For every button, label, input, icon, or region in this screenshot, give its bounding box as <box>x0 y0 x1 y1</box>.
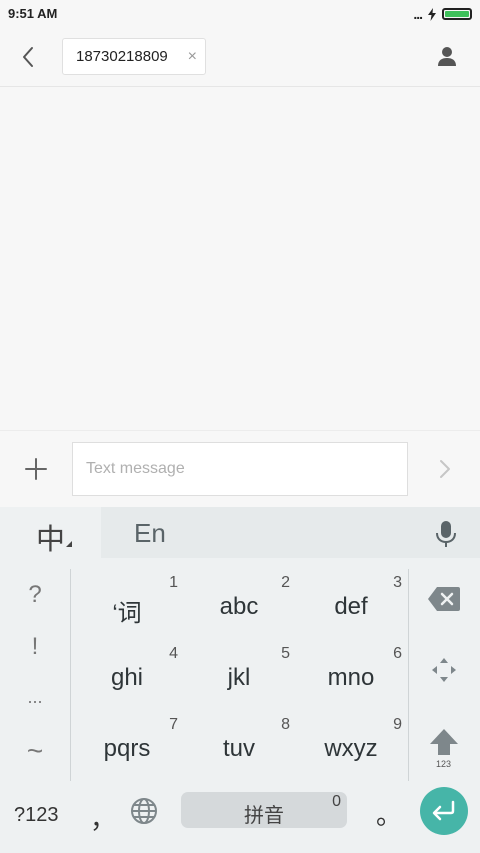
key-8[interactable]: tuv 8 <box>183 711 295 781</box>
microphone-icon[interactable] <box>434 519 458 549</box>
key-label: def <box>334 593 368 620</box>
key-label: abc <box>219 593 259 620</box>
backspace-icon[interactable] <box>426 585 462 613</box>
period-key[interactable]: 。 <box>376 795 402 832</box>
keyboard-bottom-row: ?123 ， 拼音 0 。 <box>0 781 480 853</box>
space-key-label: 拼音 <box>244 805 284 827</box>
key-label: tuv <box>222 735 255 762</box>
status-time: 9:51 AM <box>8 6 58 21</box>
key-number: 4 <box>169 645 178 662</box>
header: 18730218809 × <box>0 28 480 87</box>
key-label: jkl <box>227 664 251 691</box>
key-4[interactable]: ghi 4 <box>71 640 183 710</box>
message-input[interactable] <box>72 442 408 496</box>
space-key[interactable]: 拼音 0 <box>181 792 347 828</box>
add-attachment-icon[interactable] <box>22 455 50 483</box>
key-number: 8 <box>281 716 290 733</box>
shift-icon[interactable] <box>428 727 460 757</box>
contact-icon[interactable] <box>434 44 460 70</box>
shift-sublabel: 123 <box>436 759 452 769</box>
key-number: 3 <box>393 574 402 591</box>
key-5[interactable]: jkl 5 <box>183 640 295 710</box>
compose-bar <box>0 430 480 508</box>
status-icons: ... <box>413 5 472 23</box>
key-number: 2 <box>281 574 290 591</box>
key-label: ‘词 <box>112 600 142 627</box>
comma-key[interactable]: ， <box>90 799 116 836</box>
keyboard-mode-bar: 中 En <box>0 507 480 558</box>
key-label: pqrs <box>103 735 151 762</box>
status-bar: 9:51 AM ... <box>0 0 480 28</box>
symbol-key-exclaim[interactable]: ! <box>0 633 70 661</box>
mode-english-button[interactable]: En <box>134 518 166 549</box>
battery-icon <box>442 8 472 20</box>
symbol-key-tilde[interactable]: ~ <box>0 735 70 767</box>
key-number: 5 <box>281 645 290 662</box>
key-label: wxyz <box>324 735 378 762</box>
key-9[interactable]: wxyz 9 <box>295 711 407 781</box>
symbol-column: ? ! ... ~ <box>0 569 70 781</box>
mode-chinese-label: 中 <box>36 524 66 556</box>
key-number: 9 <box>393 716 402 733</box>
cursor-move-icon[interactable] <box>430 656 458 684</box>
key-label: ghi <box>110 664 144 691</box>
key-label: mno <box>327 664 375 691</box>
key-number: 7 <box>169 716 178 733</box>
mode-corner-indicator <box>66 541 72 547</box>
conversation-area <box>0 87 480 430</box>
key-7[interactable]: pqrs 7 <box>71 711 183 781</box>
globe-icon[interactable] <box>130 797 158 825</box>
mode-chinese-button[interactable]: 中 <box>0 507 101 558</box>
symbol-key-ellipsis[interactable]: ... <box>0 687 70 708</box>
recipient-chip[interactable]: 18730218809 × <box>62 38 206 75</box>
num-switch-key[interactable]: ?123 <box>14 804 59 827</box>
key-number: 1 <box>169 574 178 591</box>
keyboard: 中 En ? ! ... ~ ‘词 1 abc 2 def 3 ghi 4 jk… <box>0 507 480 853</box>
notification-dots: ... <box>413 6 423 22</box>
key-1[interactable]: ‘词 1 <box>71 569 183 639</box>
remove-recipient-icon[interactable]: × <box>188 49 197 65</box>
recipient-number: 18730218809 <box>76 48 168 65</box>
key-6[interactable]: mno 6 <box>295 640 407 710</box>
space-key-number: 0 <box>332 793 341 810</box>
key-number: 6 <box>393 645 402 662</box>
keyboard-divider-right <box>408 569 409 781</box>
enter-icon <box>432 800 455 821</box>
battery-fill <box>445 11 469 17</box>
send-icon[interactable] <box>432 453 458 485</box>
charging-icon <box>428 7 436 21</box>
back-icon[interactable] <box>14 42 42 72</box>
key-2[interactable]: abc 2 <box>183 569 295 639</box>
symbol-key-question[interactable]: ? <box>0 581 70 609</box>
key-3[interactable]: def 3 <box>295 569 407 639</box>
enter-button[interactable] <box>420 787 468 835</box>
